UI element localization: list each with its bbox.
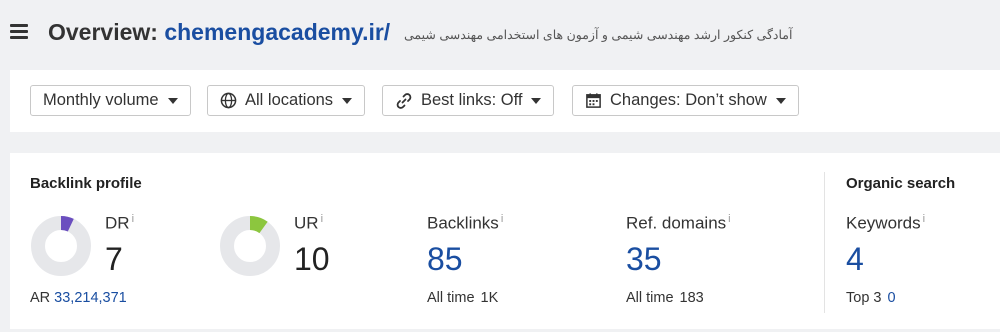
locations-label: All locations bbox=[245, 91, 334, 109]
top3-value[interactable]: 0 bbox=[887, 290, 895, 306]
dr-label: DR i bbox=[105, 213, 134, 234]
section-divider bbox=[824, 172, 825, 313]
menu-icon[interactable] bbox=[10, 24, 28, 40]
best-links-dropdown[interactable]: Best links: Off bbox=[382, 85, 555, 116]
target-domain[interactable]: chemengacademy.ir/ bbox=[164, 19, 390, 45]
keywords-value[interactable]: 4 bbox=[846, 241, 864, 278]
calendar-icon bbox=[585, 92, 602, 109]
ur-gauge bbox=[220, 216, 280, 276]
ref-domains-value[interactable]: 35 bbox=[626, 241, 662, 278]
ref-domains-label: Ref. domains i bbox=[626, 213, 731, 234]
backlinks-all-time-value: 1K bbox=[480, 290, 499, 306]
ur-value: 10 bbox=[294, 241, 330, 277]
monthly-volume-dropdown[interactable]: Monthly volume bbox=[30, 85, 191, 116]
ar-value[interactable]: 33,214,371 bbox=[54, 290, 127, 306]
dr-value: 7 bbox=[105, 241, 123, 277]
ref-domains-all-time: All time 183 bbox=[626, 290, 704, 306]
changes-dropdown[interactable]: Changes: Don’t show bbox=[572, 85, 799, 116]
ur-label: UR i bbox=[294, 213, 323, 234]
changes-label: Changes: Don’t show bbox=[610, 91, 767, 109]
caret-down-icon bbox=[342, 97, 353, 104]
ref-domains-all-time-label: All time bbox=[626, 290, 674, 306]
backlinks-label-text: Backlinks bbox=[427, 213, 499, 233]
keywords-label-text: Keywords bbox=[846, 213, 921, 233]
caret-down-icon bbox=[531, 97, 542, 104]
filter-bar: Monthly volume All locations Best links:… bbox=[10, 70, 1000, 132]
info-icon[interactable]: i bbox=[132, 213, 134, 225]
info-icon[interactable]: i bbox=[923, 213, 925, 225]
ar-row: AR 33,214,371 bbox=[30, 290, 127, 306]
caret-down-icon bbox=[167, 97, 178, 104]
keywords-label: Keywords i bbox=[846, 213, 925, 234]
info-icon[interactable]: i bbox=[728, 213, 730, 225]
backlinks-all-time: All time 1K bbox=[427, 290, 498, 306]
globe-icon bbox=[220, 92, 237, 109]
caret-down-icon bbox=[775, 97, 786, 104]
header: Overview: chemengacademy.ir/ آمادگی کنکو… bbox=[0, 0, 1000, 68]
backlink-profile-title: Backlink profile bbox=[30, 175, 142, 192]
site-description: آمادگی کنکور ارشد مهندسی شیمی و آزمون ها… bbox=[404, 28, 793, 42]
dr-gauge bbox=[31, 216, 91, 276]
monthly-volume-label: Monthly volume bbox=[43, 91, 159, 109]
backlinks-all-time-label: All time bbox=[427, 290, 475, 306]
dr-label-text: DR bbox=[105, 213, 130, 233]
top3-row: Top 3 0 bbox=[846, 290, 896, 306]
ar-label: AR bbox=[30, 290, 51, 306]
ref-domains-label-text: Ref. domains bbox=[626, 213, 727, 233]
page-title: Overview: chemengacademy.ir/ bbox=[48, 19, 390, 46]
best-links-label: Best links: Off bbox=[421, 91, 523, 109]
info-icon[interactable]: i bbox=[501, 213, 503, 225]
locations-dropdown[interactable]: All locations bbox=[207, 85, 366, 116]
metrics-panel: Backlink profile DR i 7 AR 33,214,371 UR i … bbox=[10, 153, 1000, 329]
link-icon bbox=[395, 92, 413, 110]
organic-search-title: Organic search bbox=[846, 175, 956, 192]
info-icon[interactable]: i bbox=[321, 213, 323, 225]
top3-label: Top 3 bbox=[846, 290, 882, 306]
ur-label-text: UR bbox=[294, 213, 319, 233]
backlinks-label: Backlinks i bbox=[427, 213, 503, 234]
backlinks-value[interactable]: 85 bbox=[427, 241, 463, 278]
ref-domains-all-time-value: 183 bbox=[679, 290, 704, 306]
page-title-prefix: Overview: bbox=[48, 19, 165, 45]
